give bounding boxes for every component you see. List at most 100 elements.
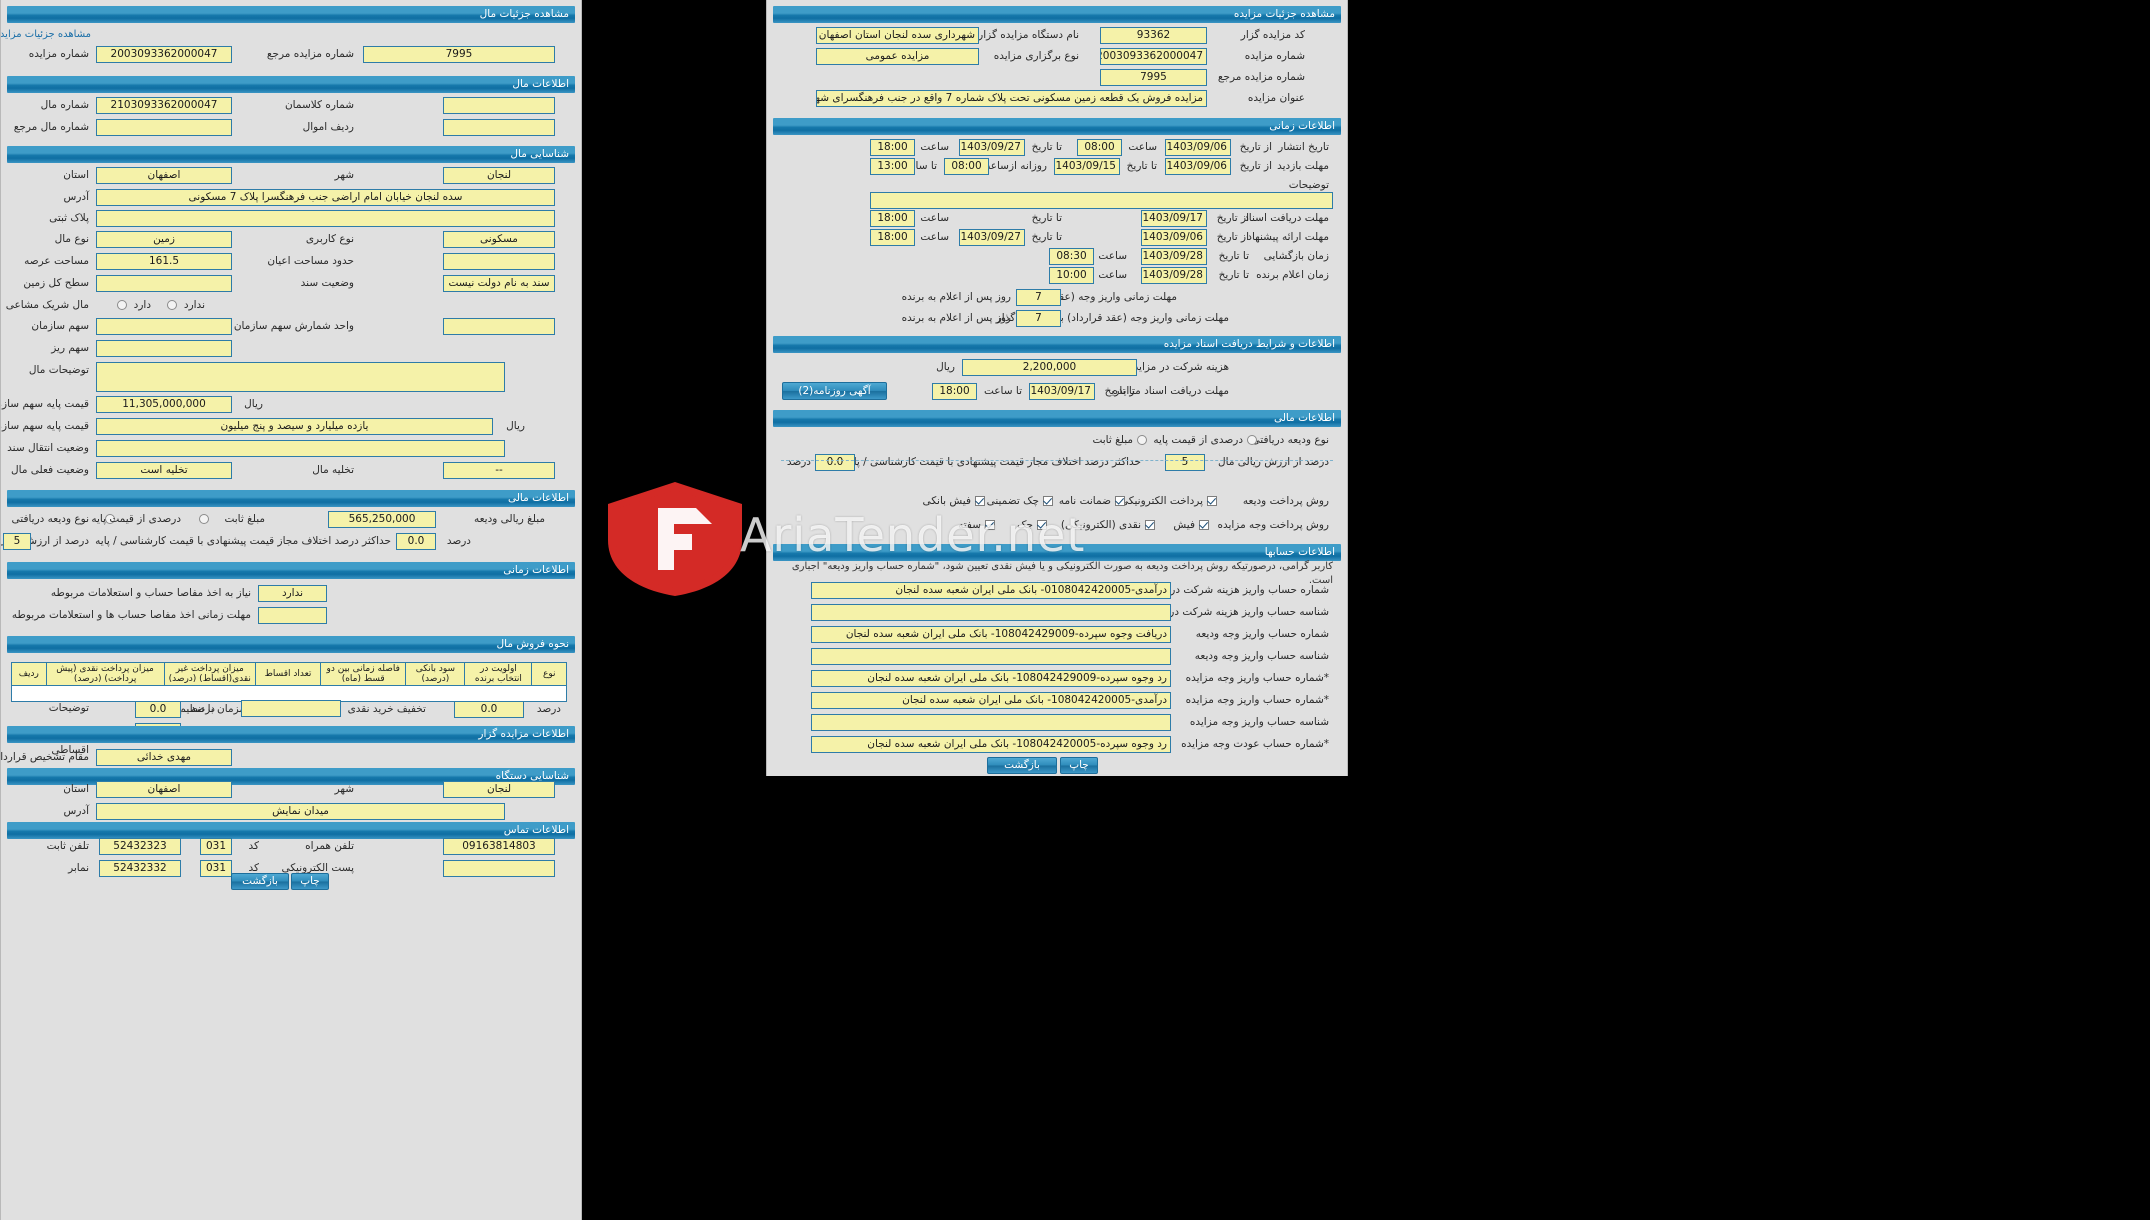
field-registration-plate[interactable] bbox=[96, 210, 555, 227]
field-classmen-number[interactable] bbox=[443, 97, 555, 114]
field-opening-time[interactable]: 08:30 bbox=[1049, 248, 1094, 265]
field-publish-to-time[interactable]: 18:00 bbox=[870, 139, 915, 156]
field-share-detail[interactable] bbox=[96, 340, 232, 357]
field-base-price-number[interactable]: 11,305,000,000 bbox=[96, 396, 232, 413]
checkbox-deposit-electronic[interactable] bbox=[1207, 496, 1217, 506]
checkbox-auction-promissory[interactable] bbox=[985, 520, 995, 530]
field-account-id-participation[interactable] bbox=[811, 604, 1171, 621]
field-sale-notes[interactable] bbox=[241, 700, 341, 717]
field-asset-number[interactable]: 2103093362000047 bbox=[96, 97, 232, 114]
field-auctioneer-province[interactable]: اصفهان bbox=[96, 781, 232, 798]
field-auction-code[interactable]: 93362 bbox=[1100, 27, 1207, 44]
checkbox-deposit-cheque[interactable] bbox=[1043, 496, 1053, 506]
field-proposal-to-date[interactable]: 1403/09/27 bbox=[959, 229, 1025, 246]
field-city[interactable]: لنجان bbox=[443, 167, 555, 184]
field-fax-code[interactable]: 031 bbox=[200, 860, 232, 877]
field-account-deposit[interactable]: دریافت وجوه سپرده-108042429009- بانک ملی… bbox=[811, 626, 1171, 643]
field-winner-announce-time[interactable]: 10:00 bbox=[1049, 267, 1094, 284]
field-time-description[interactable] bbox=[870, 192, 1333, 209]
field-doc-receive-to-time[interactable]: 18:00 bbox=[870, 210, 915, 227]
back-button-left[interactable]: بازگشت bbox=[231, 873, 289, 890]
field-account-auction-2[interactable]: درآمدی-108042420005- بانک ملی ایران شعبه… bbox=[811, 692, 1171, 709]
field-auctioneer-name[interactable]: شهرداری سده لنجان استان اصفهان bbox=[816, 27, 979, 44]
field-current-status[interactable]: تخلیه است bbox=[96, 462, 232, 479]
field-fax[interactable]: 52432332 bbox=[99, 860, 181, 877]
checkbox-deposit-bank-receipt[interactable] bbox=[975, 496, 985, 506]
field-deposit-deadline-notary[interactable]: 7 bbox=[1016, 310, 1061, 327]
back-button-right[interactable]: بازگشت bbox=[987, 757, 1057, 774]
field-document-status[interactable]: سند به نام دولت نیست bbox=[443, 275, 555, 292]
field-visit-daily-from[interactable]: 08:00 bbox=[944, 158, 989, 175]
field-org-share[interactable] bbox=[96, 318, 232, 335]
field-org-share-unit[interactable] bbox=[443, 318, 555, 335]
field-auctioneer-address[interactable]: میدان نمایش bbox=[96, 803, 505, 820]
field-auction-type[interactable]: مزایده عمومی bbox=[816, 48, 979, 65]
field-doc-deadline-time[interactable]: 18:00 bbox=[932, 383, 977, 400]
radio-fixed-amount[interactable] bbox=[199, 514, 209, 524]
field-mobile[interactable]: 09163814803 bbox=[443, 838, 555, 855]
field-visit-to-date[interactable]: 1403/09/15 bbox=[1054, 158, 1120, 175]
field-percent-of-asset-value[interactable]: 5 bbox=[3, 533, 31, 550]
checkbox-auction-cash-electronic[interactable] bbox=[1145, 520, 1155, 530]
field-asset-description[interactable] bbox=[96, 362, 505, 392]
field-opening-date[interactable]: 1403/09/28 bbox=[1141, 248, 1207, 265]
radio-percent-of-base-right[interactable] bbox=[1247, 435, 1257, 445]
field-base-price-words[interactable]: یازده میلیارد و سیصد و پنج میلیون bbox=[96, 418, 493, 435]
field-province[interactable]: اصفهان bbox=[96, 167, 232, 184]
field-land-area[interactable]: 161.5 bbox=[96, 253, 232, 270]
field-auction-number[interactable]: 2003093362000047 bbox=[96, 46, 232, 63]
field-proposal-from-date[interactable]: 1403/09/06 bbox=[1141, 229, 1207, 246]
field-doc-receive-from-date[interactable]: 1403/09/17 bbox=[1141, 210, 1207, 227]
field-phone[interactable]: 52432323 bbox=[99, 838, 181, 855]
print-button-right[interactable]: چاپ bbox=[1060, 757, 1098, 774]
field-max-diff-right[interactable]: 0.0 bbox=[815, 454, 855, 471]
field-asset-row[interactable] bbox=[443, 119, 555, 136]
field-proposal-to-time[interactable]: 18:00 bbox=[870, 229, 915, 246]
field-usage-type[interactable]: مسکونی bbox=[443, 231, 555, 248]
field-reference-auction-number[interactable]: 7995 bbox=[363, 46, 555, 63]
checkbox-auction-receipt[interactable] bbox=[1199, 520, 1209, 530]
radio-joint-owner-hasnot[interactable] bbox=[167, 300, 177, 310]
checkbox-deposit-guarantee[interactable] bbox=[1115, 496, 1125, 506]
field-building-area[interactable] bbox=[443, 253, 555, 270]
field-participation-cost[interactable]: 2,200,000 bbox=[962, 359, 1137, 376]
field-evacuation[interactable]: -- bbox=[443, 462, 555, 479]
field-doc-deadline-date[interactable]: 1403/09/17 bbox=[1029, 383, 1095, 400]
field-phone-code[interactable]: 031 bbox=[200, 838, 232, 855]
field-address[interactable]: سده لنجان خیابان امام اراضی جنب فرهنگسرا… bbox=[96, 189, 555, 206]
field-publish-from-date[interactable]: 1403/09/06 bbox=[1165, 139, 1231, 156]
field-clearance-time[interactable] bbox=[258, 607, 327, 624]
field-clearance[interactable]: ندارد bbox=[258, 585, 327, 602]
field-winner-announce-date[interactable]: 1403/09/28 bbox=[1141, 267, 1207, 284]
field-percent-of-asset-value-right[interactable]: 5 bbox=[1165, 454, 1205, 471]
radio-joint-owner-has[interactable] bbox=[117, 300, 127, 310]
field-email[interactable] bbox=[443, 860, 555, 877]
field-deposit-rial[interactable]: 565,250,000 bbox=[328, 511, 436, 528]
field-account-id-deposit[interactable] bbox=[811, 648, 1171, 665]
field-max-diff[interactable]: 0.0 bbox=[396, 533, 436, 550]
field-account-id-auction[interactable] bbox=[811, 714, 1171, 731]
view-auction-details-link[interactable]: مشاهده جزئیات مزایده bbox=[1, 26, 91, 43]
field-reference-asset-number[interactable] bbox=[96, 119, 232, 136]
field-cash-discount[interactable]: 0.0 bbox=[454, 701, 524, 718]
field-visit-from-date[interactable]: 1403/09/06 bbox=[1165, 158, 1231, 175]
radio-fixed-amount-right[interactable] bbox=[1137, 435, 1147, 445]
field-land-total-area[interactable] bbox=[96, 275, 232, 292]
field-auctioneer-city[interactable]: لنجان bbox=[443, 781, 555, 798]
field-at-document[interactable]: 0.0 bbox=[135, 701, 181, 718]
field-visit-daily-to[interactable]: 13:00 bbox=[870, 158, 915, 175]
field-deposit-deadline-contract[interactable]: 7 bbox=[1016, 289, 1061, 306]
print-button-left[interactable]: چاپ bbox=[291, 873, 329, 890]
field-auction-title[interactable]: مزایده فروش یک قطعه زمین مسکونی تحت پلاک… bbox=[816, 90, 1207, 107]
field-reference-number-right[interactable]: 7995 bbox=[1100, 69, 1207, 86]
field-asset-type[interactable]: زمین bbox=[96, 231, 232, 248]
field-publish-from-time[interactable]: 08:00 bbox=[1077, 139, 1122, 156]
checkbox-auction-cheque[interactable] bbox=[1037, 520, 1047, 530]
field-account-refund[interactable]: رد وجوه سپرده-108042420005- بانک ملی ایر… bbox=[811, 736, 1171, 753]
field-auction-number-right[interactable]: 2003093362000047 bbox=[1100, 48, 1207, 65]
field-account-participation[interactable]: درآمدی-0108042420005- بانک ملی ایران شعب… bbox=[811, 582, 1171, 599]
field-transfer-status[interactable] bbox=[96, 440, 505, 457]
field-contract-authority[interactable]: مهدی خدائی bbox=[96, 749, 232, 766]
newspaper-ad-button[interactable]: آگهی روزنامه(2) bbox=[782, 382, 887, 400]
field-account-auction-1[interactable]: رد وجوه سپرده-108042429009- بانک ملی ایر… bbox=[811, 670, 1171, 687]
